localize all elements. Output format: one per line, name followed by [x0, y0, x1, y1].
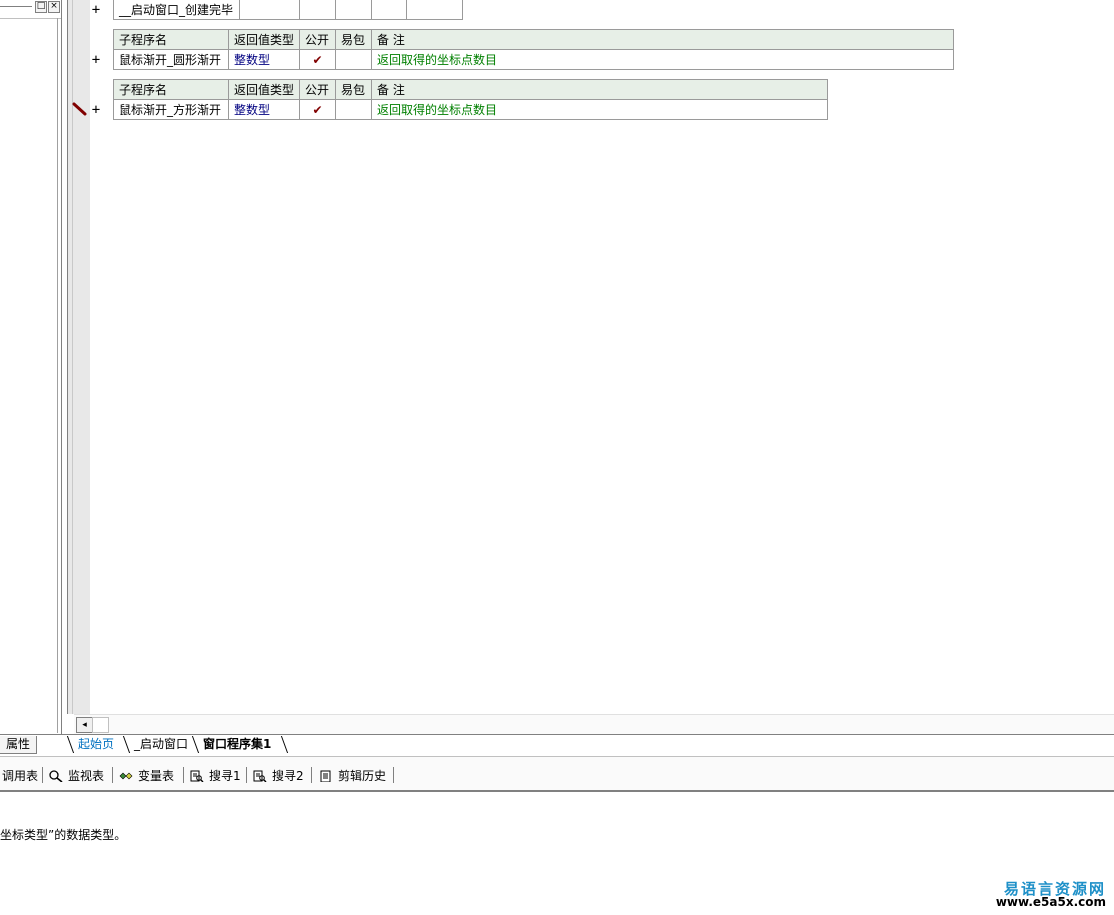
- expand-icon[interactable]: +: [89, 53, 103, 67]
- header-return-type: 返回值类型: [228, 29, 300, 50]
- var-table-label: 变量表: [138, 769, 175, 783]
- sub-name-cell[interactable]: __启动窗口_创建完毕: [113, 0, 240, 20]
- header-easy-pack: 易包: [335, 79, 372, 100]
- watch-table-label: 监视表: [68, 769, 105, 783]
- scroll-thumb[interactable]: [92, 717, 109, 733]
- header-note: 备 注: [371, 79, 828, 100]
- tab-bar: 属性 起始页 _启动窗口 窗口程序集1: [0, 734, 1114, 755]
- public-check-icon[interactable]: ✔: [299, 99, 336, 120]
- scroll-left-icon[interactable]: ◂: [76, 717, 93, 733]
- var-table-button[interactable]: 变量表: [119, 767, 174, 785]
- search1-button[interactable]: 搜寻1: [190, 767, 241, 785]
- search-doc-icon: [190, 770, 204, 782]
- header-return-type: 返回值类型: [228, 79, 300, 100]
- clip-history-button[interactable]: 剪辑历史: [319, 767, 386, 785]
- watch-table-button[interactable]: 监视表: [49, 767, 104, 785]
- top-partial-table: __启动窗口_创建完毕: [113, 0, 463, 20]
- watermark-url: www.e5a5x.com: [995, 895, 1106, 909]
- clip-history-label: 剪辑历史: [338, 769, 387, 783]
- tab-properties[interactable]: 属性: [0, 736, 38, 754]
- panel-border: [61, 0, 62, 735]
- search2-button[interactable]: 搜寻2: [253, 767, 304, 785]
- close-icon[interactable]: ×: [48, 1, 60, 13]
- output-text: 坐标类型”的数据类型。: [0, 828, 127, 842]
- search-doc-icon: [253, 770, 267, 782]
- table-row: 鼠标渐开_圆形渐开 整数型 ✔ 返回取得的坐标点数目: [113, 49, 954, 70]
- header-sub-name: 子程序名: [113, 29, 229, 50]
- return-type-cell[interactable]: 整数型: [228, 49, 300, 70]
- expand-icon[interactable]: +: [89, 103, 103, 117]
- return-type-cell[interactable]: 整数型: [228, 99, 300, 120]
- call-table-button[interactable]: 调用表: [2, 767, 38, 785]
- header-sub-name: 子程序名: [113, 79, 229, 100]
- easy-pack-cell[interactable]: [335, 49, 372, 70]
- variables-icon: [119, 772, 133, 780]
- table-row: 鼠标渐开_方形渐开 整数型 ✔ 返回取得的坐标点数目: [113, 99, 828, 120]
- sub-name-cell[interactable]: 鼠标渐开_圆形渐开: [113, 49, 229, 70]
- restore-icon[interactable]: □: [35, 1, 47, 13]
- horizontal-scrollbar[interactable]: ◂: [74, 714, 1114, 735]
- note-cell[interactable]: 返回取得的坐标点数目: [371, 49, 954, 70]
- panel-divider: [57, 18, 58, 733]
- sub-table-2: 子程序名 返回值类型 公开 易包 备 注 鼠标渐开_方形渐开 整数型 ✔ 返回取…: [113, 79, 828, 120]
- clipboard-icon: [320, 770, 331, 782]
- call-table-label: 调用表: [2, 769, 39, 783]
- table-row: __启动窗口_创建完毕: [113, 0, 463, 20]
- table-header-row: 子程序名 返回值类型 公开 易包 备 注: [113, 79, 828, 100]
- edit-marker-icon: [72, 102, 87, 116]
- header-public: 公开: [299, 29, 336, 50]
- sub-table-1: 子程序名 返回值类型 公开 易包 备 注 鼠标渐开_圆形渐开 整数型 ✔ 返回取…: [113, 29, 954, 70]
- magnifier-icon: [49, 770, 63, 782]
- easy-pack-cell[interactable]: [335, 99, 372, 120]
- tab-start-page[interactable]: 起始页: [72, 736, 120, 753]
- tab-start-window[interactable]: _启动窗口: [128, 736, 194, 753]
- left-panel-header: □ ×: [0, 0, 62, 19]
- panel-grip-line: [0, 6, 32, 7]
- tab-program-set[interactable]: 窗口程序集1: [197, 736, 277, 753]
- public-check-icon[interactable]: ✔: [299, 49, 336, 70]
- search2-label: 搜寻2: [272, 769, 304, 783]
- header-easy-pack: 易包: [335, 29, 372, 50]
- table-header-row: 子程序名 返回值类型 公开 易包 备 注: [113, 29, 954, 50]
- header-public: 公开: [299, 79, 336, 100]
- search1-label: 搜寻1: [209, 769, 241, 783]
- header-note: 备 注: [371, 29, 954, 50]
- left-panel: □ ×: [0, 0, 62, 735]
- bottom-toolbar: 调用表 监视表 变量表 搜寻1 搜寻2 剪辑历史: [0, 756, 1114, 792]
- expand-icon[interactable]: +: [89, 3, 103, 17]
- sub-name-cell[interactable]: 鼠标渐开_方形渐开: [113, 99, 229, 120]
- note-cell[interactable]: 返回取得的坐标点数目: [371, 99, 828, 120]
